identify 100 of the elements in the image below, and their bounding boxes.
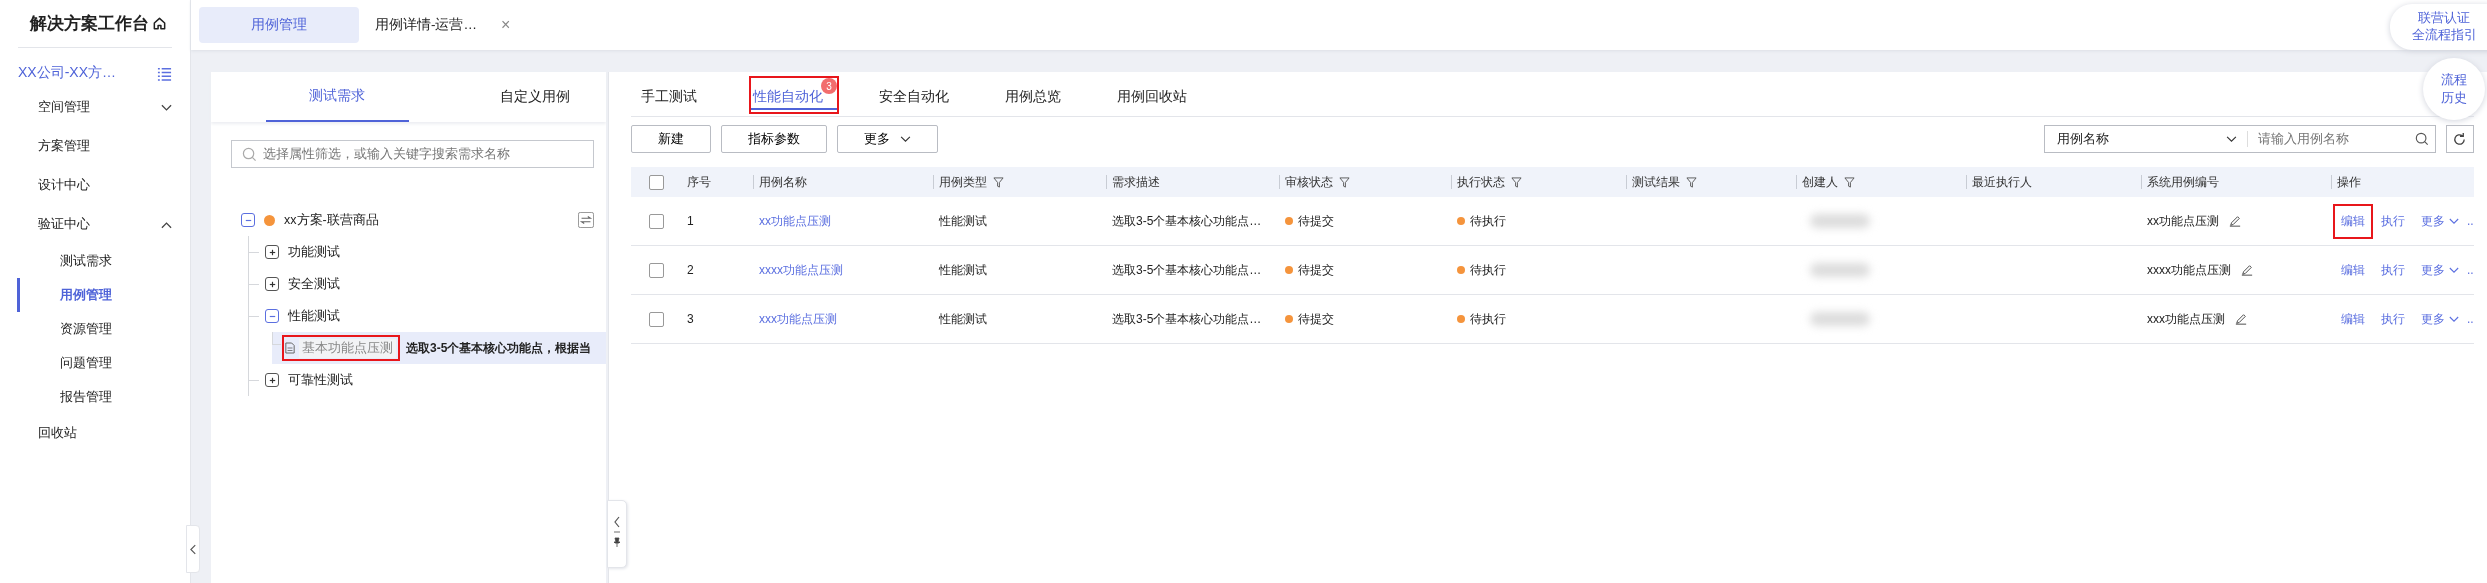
chevron-icon (161, 220, 172, 229)
nav-subitem[interactable]: 测试需求 (17, 244, 190, 278)
document-icon (285, 342, 295, 354)
page-tab[interactable]: 用例管理 (199, 7, 359, 43)
column-header: 创建人 (1802, 173, 1855, 191)
case-tab[interactable]: 用例回收站 (1113, 76, 1203, 114)
table-cell: 选取3-5个基本核心功能点… (1112, 261, 1262, 279)
action-link[interactable]: 编辑 (2333, 203, 2373, 239)
collapse-button[interactable] (186, 525, 200, 573)
item-description: 选取3-5个基本核心功能点，根据当 (406, 339, 592, 357)
action-link[interactable]: 执行 (2373, 301, 2413, 337)
table-cell: 2 (687, 263, 694, 277)
tree-leaf-row[interactable]: 基本功能点压测 选取3-5个基本核心功能点，根据当 (272, 332, 606, 364)
table-cell: 待执行 (1470, 212, 1506, 230)
tree-item[interactable]: 性能测试 (288, 307, 340, 325)
case-tab[interactable]: 用例总览 (1001, 76, 1077, 114)
case-name-link[interactable]: xx功能点压测 (759, 212, 831, 230)
nav-item[interactable]: 空间管理 (0, 88, 190, 127)
panel-tab[interactable]: 测试需求 (266, 72, 409, 122)
table-cell: 待执行 (1470, 261, 1506, 279)
case-name-link[interactable]: xxxx功能点压测 (759, 261, 843, 279)
toggle-icon[interactable] (241, 213, 255, 227)
pencil-icon[interactable] (2229, 215, 2241, 227)
case-tab[interactable]: 性能自动化 3 (749, 76, 839, 114)
column-header: 最近执行人 (1972, 173, 2032, 191)
refresh-icon (2452, 131, 2468, 147)
nav-subitem[interactable]: 问题管理 (17, 346, 190, 380)
nav-item[interactable]: 方案管理 (0, 127, 190, 166)
filter-icon[interactable] (1686, 176, 1697, 188)
action-link[interactable]: 更多 (2413, 252, 2467, 288)
toolbar-button[interactable]: 新建 (631, 125, 711, 153)
caret-icon (2449, 217, 2459, 225)
nav-subitem[interactable]: 用例管理 (17, 278, 190, 312)
tree-item[interactable]: xx方案-联营商品 (284, 211, 379, 229)
table-cell: xxxx功能点压测 (2147, 261, 2231, 279)
filter-icon[interactable] (1339, 176, 1350, 188)
panel-tab[interactable]: 自定义用例 (463, 72, 606, 122)
nav-subitem[interactable]: 报告管理 (17, 380, 190, 414)
column-header: 需求描述 (1112, 173, 1160, 191)
caret-icon (2449, 315, 2459, 323)
swap-icon[interactable] (578, 212, 594, 228)
blurred-name (1810, 263, 1870, 277)
action-link[interactable]: 更多 (2413, 301, 2467, 337)
column-header: 测试结果 (1632, 173, 1697, 191)
table-cell: 待提交 (1298, 212, 1334, 230)
table-cell: 选取3-5个基本核心功能点… (1112, 310, 1262, 328)
action-link[interactable]: 更多 (2413, 203, 2467, 239)
action-link[interactable]: 编辑 (2333, 301, 2373, 337)
case-tab[interactable]: 手工测试 (637, 76, 713, 114)
table-cell: 待提交 (1298, 261, 1334, 279)
search-field-select[interactable]: 用例名称 (2044, 131, 2248, 147)
overflow-text: .. (2467, 312, 2474, 326)
tree-item[interactable]: 安全测试 (288, 275, 340, 293)
overflow-text: .. (2467, 214, 2474, 228)
refresh-button[interactable] (2445, 125, 2474, 153)
toggle-icon[interactable] (265, 373, 279, 387)
panel-handle[interactable] (607, 500, 627, 568)
tree-item: 基本功能点压测 (299, 338, 396, 358)
project-selector[interactable]: XX公司-XX方… (18, 64, 116, 82)
action-link[interactable]: 执行 (2373, 203, 2413, 239)
pencil-icon[interactable] (2235, 313, 2247, 325)
list-icon[interactable] (157, 65, 172, 81)
table-cell: 1 (687, 214, 694, 228)
nav-item[interactable]: 验证中心 (0, 205, 190, 244)
table-cell: 待提交 (1298, 310, 1334, 328)
action-link[interactable]: 编辑 (2333, 252, 2373, 288)
checkbox[interactable] (648, 262, 664, 278)
toolbar-button[interactable]: 更多 (837, 125, 938, 153)
caret-icon (2225, 135, 2237, 143)
guide-button[interactable]: 联营认证 全流程指引 (2389, 4, 2487, 50)
column-header: 审核状态 (1285, 173, 1350, 191)
close-icon[interactable]: × (501, 16, 511, 34)
column-header: 用例名称 (759, 173, 807, 191)
nav-subitem[interactable]: 资源管理 (17, 312, 190, 346)
search-box[interactable]: 选择属性筛选，或输入关键字搜索需求名称 (231, 140, 594, 168)
search-icon[interactable] (2414, 132, 2429, 146)
checkbox[interactable] (648, 311, 664, 327)
nav-item[interactable]: 回收站 (0, 414, 190, 453)
tree-item[interactable]: 可靠性测试 (288, 371, 353, 389)
action-link[interactable]: 执行 (2373, 252, 2413, 288)
checkbox[interactable] (648, 174, 664, 190)
toggle-icon[interactable] (265, 309, 279, 323)
nav-item[interactable]: 设计中心 (0, 166, 190, 205)
case-name-link[interactable]: xxx功能点压测 (759, 310, 837, 328)
home-icon[interactable] (152, 16, 167, 31)
filter-icon[interactable] (1511, 176, 1522, 188)
table-cell: 性能测试 (939, 212, 987, 230)
overflow-text: .. (2467, 263, 2474, 277)
toolbar-button[interactable]: 指标参数 (721, 125, 827, 153)
table-cell: 待执行 (1470, 310, 1506, 328)
filter-icon[interactable] (993, 176, 1004, 188)
checkbox[interactable] (648, 213, 664, 229)
column-header: 用例类型 (939, 173, 1004, 191)
page-tab[interactable]: 用例详情-运营… × (359, 7, 527, 43)
tree-item[interactable]: 功能测试 (288, 243, 340, 261)
toggle-icon[interactable] (265, 245, 279, 259)
case-tab[interactable]: 安全自动化 (875, 76, 965, 114)
toggle-icon[interactable] (265, 277, 279, 291)
pencil-icon[interactable] (2241, 264, 2253, 276)
filter-icon[interactable] (1844, 176, 1855, 188)
